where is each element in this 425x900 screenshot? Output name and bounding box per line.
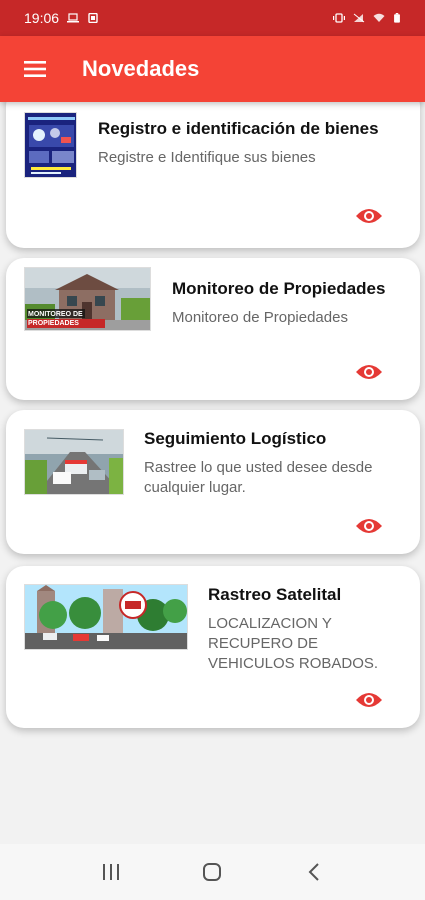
page-title: Novedades: [82, 56, 200, 81]
card-text: Monitoreo de Propiedades Monitoreo de Pr…: [172, 278, 404, 328]
card-description: Rastree lo que usted desee desde cualqui…: [144, 459, 373, 496]
battery-icon: [394, 13, 400, 23]
card-text: Registro e identificación de bienes Regi…: [98, 118, 404, 168]
status-time: 19:06: [24, 10, 60, 26]
recents-button[interactable]: [91, 852, 131, 892]
wifi-icon: [373, 13, 385, 22]
card-text: Seguimiento Logístico Rastree lo que ust…: [144, 428, 404, 498]
view-button[interactable]: [354, 206, 384, 226]
thumbnail-caption: MONITOREO DE PROPIEDADES: [28, 311, 83, 327]
card-thumbnail-seguimiento: [24, 429, 124, 495]
list-item-monitoreo[interactable]: MONITOREO DE PROPIEDADES Monitoreo de Pr…: [6, 258, 420, 400]
no-signal-icon: [353, 13, 365, 23]
status-right: [333, 13, 401, 23]
laptop-icon: [67, 13, 80, 23]
back-icon: [308, 863, 319, 881]
card-title: Monitoreo de Propiedades: [172, 279, 386, 298]
card-description: Registre e Identifique sus bienes: [98, 149, 316, 166]
recents-icon: [102, 864, 119, 880]
card-text: Rastreo Satelital LOCALIZACION Y RECUPER…: [208, 584, 404, 674]
view-button[interactable]: [354, 362, 384, 382]
card-description: LOCALIZACION Y RECUPERO DE VEHICULOS ROB…: [208, 615, 379, 672]
card-title: Rastreo Satelital: [208, 585, 342, 604]
home-icon: [203, 863, 222, 881]
card-title: Seguimiento Logístico: [144, 429, 327, 448]
sim-icon: [88, 13, 98, 23]
home-button[interactable]: [192, 852, 232, 892]
list-item-rastreo[interactable]: Rastreo Satelital LOCALIZACION Y RECUPER…: [6, 566, 420, 728]
card-thumbnail-rastreo: [24, 584, 188, 650]
eye-icon: [356, 519, 382, 533]
app-bar: Novedades: [0, 36, 425, 102]
card-thumbnail-monitoreo: MONITOREO DE PROPIEDADES: [24, 267, 151, 331]
vibrate-icon: [333, 13, 345, 23]
card-description: Monitoreo de Propiedades: [172, 309, 348, 326]
eye-icon: [356, 693, 382, 707]
back-button[interactable]: [294, 852, 334, 892]
card-thumbnail-registro: [24, 112, 77, 178]
news-list: Registro e identificación de bienes Regi…: [0, 102, 425, 844]
status-left: 19:06: [24, 10, 99, 26]
eye-icon: [356, 365, 382, 379]
view-button[interactable]: [354, 516, 384, 536]
status-bar: 19:06: [0, 0, 425, 36]
eye-icon: [356, 209, 382, 223]
view-button[interactable]: [354, 690, 384, 710]
card-title: Registro e identificación de bienes: [98, 119, 379, 138]
menu-button[interactable]: [18, 52, 52, 86]
list-item-registro[interactable]: Registro e identificación de bienes Regi…: [6, 102, 420, 248]
list-item-seguimiento[interactable]: Seguimiento Logístico Rastree lo que ust…: [6, 410, 420, 554]
system-nav-bar: [0, 844, 425, 900]
hamburger-menu-icon: [24, 61, 46, 77]
